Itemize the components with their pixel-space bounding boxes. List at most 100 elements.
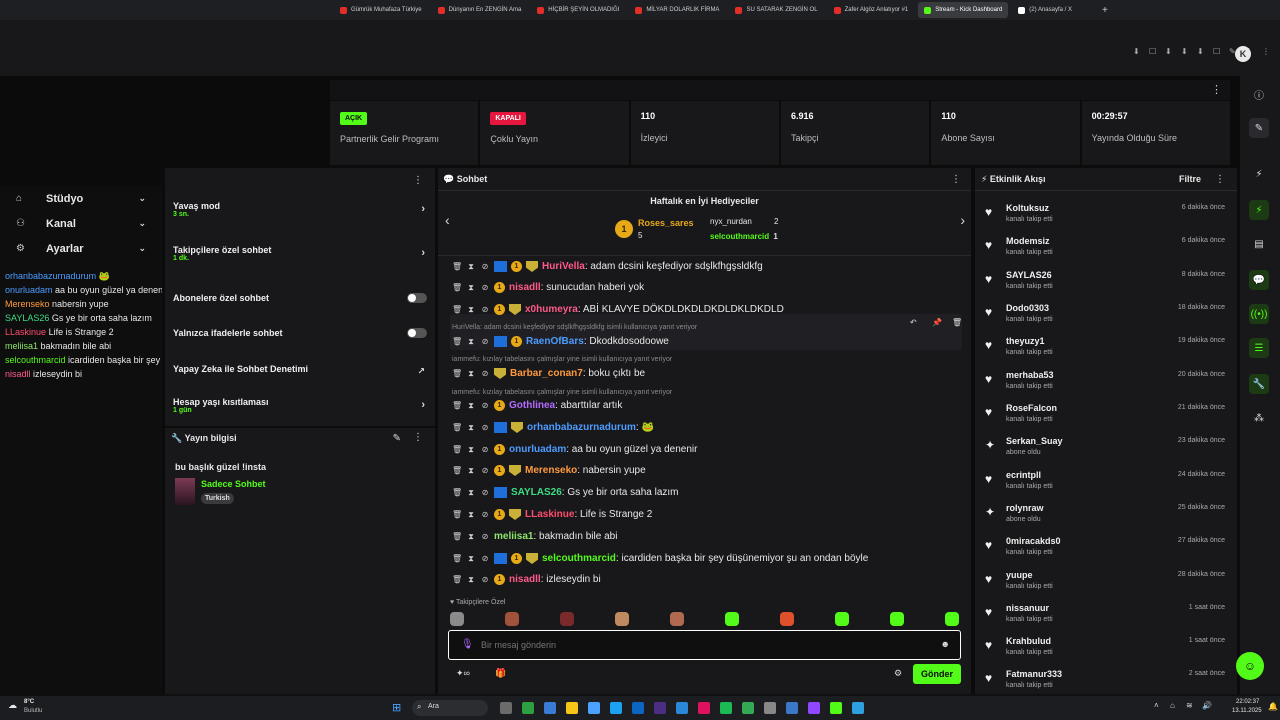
support-chat-icon[interactable]: ☺ bbox=[1236, 652, 1264, 680]
browser-tab[interactable]: MİLYAR DOLARLIK FİRMA bbox=[629, 2, 725, 18]
ban-icon[interactable]: ⊘ bbox=[480, 532, 490, 541]
timeout-icon[interactable]: ⧗ bbox=[466, 423, 476, 433]
mini-chat-user[interactable]: meliisa1 bbox=[5, 341, 38, 351]
taskbar-app-icon[interactable] bbox=[566, 702, 578, 714]
timeout-icon[interactable]: ⧗ bbox=[466, 510, 476, 520]
emote-icon[interactable] bbox=[615, 612, 629, 626]
taskbar-app-icon[interactable] bbox=[720, 702, 732, 714]
chat-setting-row[interactable]: Takipçilere özel sohbet 1 dk. › bbox=[165, 245, 435, 262]
trash-icon[interactable]: 🗑 bbox=[452, 369, 462, 378]
emote-icon[interactable] bbox=[725, 612, 739, 626]
ban-icon[interactable]: ⊘ bbox=[480, 554, 490, 563]
timeout-icon[interactable]: ⧗ bbox=[466, 575, 476, 585]
activity-username[interactable]: merhaba53 bbox=[1006, 370, 1054, 380]
stream-category[interactable]: Sadece Sohbet bbox=[201, 479, 266, 489]
ban-icon[interactable]: ⊘ bbox=[480, 283, 490, 292]
emote-icon[interactable] bbox=[670, 612, 684, 626]
edit-icon[interactable]: ✎ bbox=[393, 433, 401, 444]
timeout-icon[interactable]: ⧗ bbox=[466, 369, 476, 379]
taskbar-app-icon[interactable] bbox=[654, 702, 666, 714]
mini-chat-user[interactable]: orhanbabazurnadurum bbox=[5, 271, 96, 281]
timeout-icon[interactable]: ⧗ bbox=[466, 283, 476, 293]
ban-icon[interactable]: ⊘ bbox=[480, 401, 490, 410]
ban-icon[interactable]: ⊘ bbox=[480, 305, 490, 314]
timeout-icon[interactable]: ⧗ bbox=[466, 532, 476, 542]
extension-icon[interactable]: ⬇ bbox=[1165, 47, 1172, 56]
extension-icon[interactable]: ⬇ bbox=[1197, 47, 1204, 56]
chat-username[interactable]: Merenseko bbox=[525, 465, 577, 476]
nav-item-1[interactable]: ⌂ Stüdyo ⌄ bbox=[0, 186, 162, 211]
browser-tab[interactable]: Zafer Algöz Anlatıyor #1 bbox=[828, 2, 915, 18]
chat-input-box[interactable]: 🎙 ☻ bbox=[448, 630, 961, 660]
emote-icon[interactable] bbox=[835, 612, 849, 626]
activity-username[interactable]: rolynraw bbox=[1006, 503, 1044, 513]
taskbar-app-icon[interactable] bbox=[742, 702, 754, 714]
emote-icon[interactable] bbox=[780, 612, 794, 626]
top-gifter-name[interactable]: Roses_sares bbox=[638, 218, 694, 228]
more-icon[interactable]: ⋮ bbox=[951, 174, 961, 185]
ban-icon[interactable]: ⊘ bbox=[480, 510, 490, 519]
timeout-icon[interactable]: ⧗ bbox=[466, 445, 476, 455]
activity-username[interactable]: nissanuur bbox=[1006, 603, 1049, 613]
taskbar-app-icon[interactable] bbox=[698, 702, 710, 714]
chevron-left-icon[interactable]: ‹ bbox=[445, 212, 450, 228]
browser-tab[interactable]: SU SATARAK ZENGİN OL bbox=[729, 2, 823, 18]
ban-icon[interactable]: ⊘ bbox=[480, 423, 490, 432]
taskbar-app-icon[interactable] bbox=[522, 702, 534, 714]
chat-setting-row[interactable]: Yavaş mod 3 sn. › bbox=[165, 201, 435, 218]
activity-username[interactable]: Dodo0303 bbox=[1006, 303, 1049, 313]
wrench-icon[interactable]: 🔧 bbox=[1249, 374, 1269, 394]
browser-tab[interactable]: Gümrük Muhafaza Türkiye bbox=[334, 2, 428, 18]
new-tab-button[interactable]: + bbox=[1102, 5, 1108, 16]
nav-item-3[interactable]: ⚙ Ayarlar ⌄ bbox=[0, 236, 162, 261]
taskbar-app-icon[interactable] bbox=[588, 702, 600, 714]
send-button[interactable]: Gönder bbox=[913, 664, 961, 684]
wifi-icon[interactable]: ≋ bbox=[1186, 701, 1193, 710]
trash-icon[interactable]: 🗑 bbox=[452, 337, 462, 346]
taskbar-app-icon[interactable] bbox=[852, 702, 864, 714]
emote-icon[interactable] bbox=[945, 612, 959, 626]
activity-username[interactable]: yuupe bbox=[1006, 570, 1033, 580]
trash-icon[interactable]: 🗑 bbox=[452, 283, 462, 292]
ban-icon[interactable]: ⊘ bbox=[480, 369, 490, 378]
timeout-icon[interactable]: ⧗ bbox=[466, 401, 476, 411]
chevron-up-icon[interactable]: ˄ bbox=[1154, 701, 1159, 710]
broadcast-icon[interactable]: ((•)) bbox=[1249, 304, 1269, 324]
timeout-icon[interactable]: ⧗ bbox=[466, 262, 476, 272]
browser-tab[interactable]: (2) Anasayfa / X bbox=[1012, 2, 1078, 18]
notification-bell-icon[interactable]: 🔔 bbox=[1268, 702, 1278, 711]
chat-username[interactable]: SAYLAS26 bbox=[511, 487, 562, 498]
chat-bubble-icon[interactable]: 💬 bbox=[1249, 270, 1269, 290]
ban-icon[interactable]: ⊘ bbox=[480, 466, 490, 475]
trash-icon[interactable]: 🗑 bbox=[452, 401, 462, 410]
mini-chat-user[interactable]: nisadll bbox=[5, 369, 31, 379]
info-icon[interactable]: ⓘ bbox=[1249, 84, 1269, 104]
chat-setting-row[interactable]: Yapay Zeka ile Sohbet Denetimi ↗ bbox=[165, 364, 435, 376]
more-icon[interactable]: ⋮ bbox=[1262, 47, 1270, 56]
volume-icon[interactable]: 🔊 bbox=[1202, 701, 1212, 710]
rewards-icon[interactable]: ✦∞ bbox=[456, 668, 470, 679]
more-icon[interactable]: ⋮ bbox=[1215, 174, 1225, 185]
taskbar-app-icon[interactable] bbox=[632, 702, 644, 714]
activity-username[interactable]: theyuzy1 bbox=[1006, 336, 1045, 346]
trash-icon[interactable]: 🗑 bbox=[452, 305, 462, 314]
bolt-icon[interactable]: ⚡ bbox=[1249, 164, 1269, 184]
trash-icon[interactable]: 🗑 bbox=[452, 488, 462, 497]
timeout-icon[interactable]: ⧗ bbox=[466, 554, 476, 564]
gifter-name[interactable]: selcouthmarcid bbox=[710, 232, 769, 241]
document-icon[interactable]: ▤ bbox=[1249, 234, 1269, 254]
chat-username[interactable]: RaenOfBars bbox=[526, 336, 584, 347]
timeout-icon[interactable]: ⧗ bbox=[466, 466, 476, 476]
chevron-right-icon[interactable]: › bbox=[960, 212, 965, 228]
chat-username[interactable]: Gothlinea bbox=[509, 400, 555, 411]
chat-setting-row[interactable]: Yalnızca ifadelerle sohbet bbox=[165, 328, 435, 338]
trash-icon[interactable]: 🗑 bbox=[452, 554, 462, 563]
extension-icon[interactable]: ☐ bbox=[1213, 47, 1220, 56]
extension-icon[interactable]: ☐ bbox=[1149, 47, 1156, 56]
emote-icon[interactable] bbox=[450, 612, 464, 626]
chat-username[interactable]: Barbar_conan7 bbox=[510, 368, 583, 379]
activity-username[interactable]: SAYLAS26 bbox=[1006, 270, 1052, 280]
chat-setting-row[interactable]: Abonelere özel sohbet bbox=[165, 293, 435, 303]
trash-icon[interactable]: 🗑 bbox=[452, 575, 462, 584]
mini-chat-user[interactable]: onurluadam bbox=[5, 285, 53, 295]
